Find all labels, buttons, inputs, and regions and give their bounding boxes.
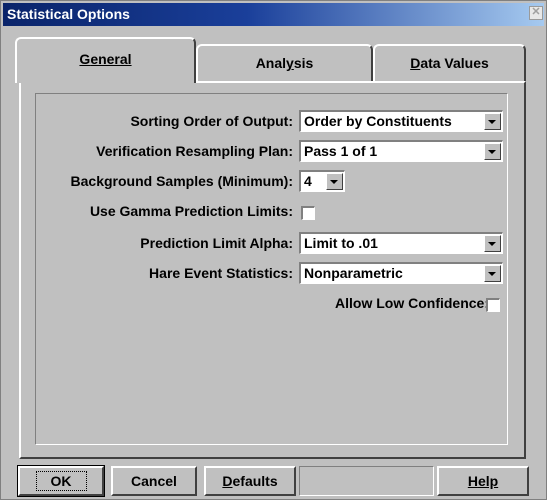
status-area: [299, 466, 434, 496]
tab-data-values[interactable]: Data Values: [373, 44, 526, 82]
sorting-order-label: Sorting Order of Output:: [130, 113, 293, 129]
chevron-down-icon[interactable]: [326, 173, 343, 190]
gamma-limits-checkbox[interactable]: [301, 206, 315, 220]
background-samples-select[interactable]: 4: [299, 170, 345, 192]
window-title: Statistical Options: [7, 6, 130, 22]
sorting-order-select[interactable]: Order by Constituents: [299, 110, 503, 132]
verification-plan-select[interactable]: Pass 1 of 1: [299, 140, 503, 162]
cancel-button[interactable]: Cancel: [111, 466, 197, 496]
chevron-down-icon[interactable]: [484, 235, 501, 252]
help-button[interactable]: Help: [437, 466, 529, 496]
rare-event-select[interactable]: Nonparametric: [299, 262, 503, 284]
tab-general[interactable]: General: [15, 37, 196, 83]
tab-panel-general: Sorting Order of Output: Order by Consti…: [19, 81, 526, 459]
low-confidence-checkbox[interactable]: [486, 298, 500, 312]
chevron-down-icon[interactable]: [484, 113, 501, 130]
statistical-options-dialog: Statistical Options ✕ General Analysis D…: [0, 0, 547, 500]
gamma-limits-label: Use Gamma Prediction Limits:: [89, 203, 293, 219]
tab-analysis[interactable]: Analysis: [196, 44, 373, 82]
close-icon[interactable]: ✕: [529, 6, 543, 20]
verification-plan-label: Verification Resampling Plan:: [96, 143, 293, 159]
limit-alpha-select[interactable]: Limit to .01: [299, 232, 503, 254]
low-confidence-label: Allow Low Confidence:: [335, 295, 489, 311]
limit-alpha-label: Prediction Limit Alpha:: [140, 235, 293, 251]
chevron-down-icon[interactable]: [484, 143, 501, 160]
ok-button[interactable]: OK: [17, 465, 105, 497]
rare-event-label: Hare Event Statistics:: [149, 265, 293, 281]
title-bar: Statistical Options ✕: [3, 3, 544, 26]
defaults-button[interactable]: Defaults: [204, 466, 296, 496]
background-samples-label: Background Samples (Minimum):: [70, 173, 293, 189]
chevron-down-icon[interactable]: [484, 265, 501, 282]
